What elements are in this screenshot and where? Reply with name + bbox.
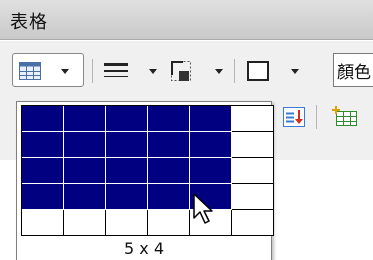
chevron-down-icon[interactable] — [149, 69, 157, 74]
grid-cell-selected[interactable] — [22, 184, 64, 210]
color-field[interactable]: 顏色 — [333, 53, 373, 87]
grid-cell-selected[interactable] — [148, 158, 190, 184]
grid-cell[interactable] — [232, 106, 274, 132]
border-box-button[interactable] — [240, 53, 306, 87]
grid-cell-selected[interactable] — [106, 158, 148, 184]
sort-button[interactable] — [276, 101, 310, 131]
grid-cell-selected[interactable] — [64, 184, 106, 210]
chevron-down-icon[interactable] — [215, 69, 223, 74]
table-size-label: 5 x 4 — [124, 239, 164, 258]
grid-cell-selected[interactable] — [64, 106, 106, 132]
grid-cell-selected[interactable] — [148, 132, 190, 158]
border-style-button[interactable] — [98, 53, 160, 87]
table-size-grid[interactable] — [21, 105, 274, 236]
insert-rows-button[interactable] — [324, 101, 364, 131]
insert-table-button[interactable] — [12, 53, 84, 87]
table-size-picker: 5 x 4 — [16, 101, 274, 260]
toolbar-separator — [316, 105, 317, 129]
chevron-down-icon[interactable] — [291, 69, 299, 74]
insert-rows-icon — [332, 106, 357, 126]
table-toolbar-window: 表格 顏色 5 x 4 — [0, 0, 373, 260]
toolbar-row-1: 顏色 — [12, 53, 373, 89]
grid-cell-selected[interactable] — [148, 184, 190, 210]
grid-cell-selected[interactable] — [190, 158, 232, 184]
grid-cell[interactable] — [232, 132, 274, 158]
line-style-icon — [104, 63, 128, 77]
grid-cell[interactable] — [64, 210, 106, 236]
table-grid-icon — [19, 62, 41, 80]
grid-cell-selected[interactable] — [22, 132, 64, 158]
grid-cell-selected[interactable] — [106, 106, 148, 132]
grid-cell-selected[interactable] — [64, 158, 106, 184]
grid-cell[interactable] — [232, 158, 274, 184]
grid-cell[interactable] — [22, 210, 64, 236]
mouse-cursor-icon — [193, 193, 213, 224]
toolbar-titlebar: 表格 — [0, 0, 373, 40]
grid-cell[interactable] — [232, 210, 274, 236]
grid-cell-selected[interactable] — [64, 132, 106, 158]
toolbar-separator — [92, 59, 93, 83]
toolbar-separator — [234, 59, 235, 83]
chevron-down-icon[interactable] — [61, 69, 69, 74]
grid-cell-selected[interactable] — [22, 106, 64, 132]
sort-icon — [283, 107, 305, 127]
grid-cell-selected[interactable] — [190, 106, 232, 132]
grid-cell[interactable] — [232, 184, 274, 210]
toolbar-title: 表格 — [10, 12, 48, 33]
grid-cell[interactable] — [148, 210, 190, 236]
grid-cell-selected[interactable] — [190, 132, 232, 158]
grid-cell-selected[interactable] — [106, 184, 148, 210]
grid-cell-selected[interactable] — [106, 132, 148, 158]
grid-cell-selected[interactable] — [22, 158, 64, 184]
border-position-button[interactable] — [164, 53, 226, 87]
border-box-icon — [247, 61, 269, 81]
grid-cell-selected[interactable] — [148, 106, 190, 132]
border-position-icon — [171, 61, 191, 81]
grid-cell[interactable] — [106, 210, 148, 236]
